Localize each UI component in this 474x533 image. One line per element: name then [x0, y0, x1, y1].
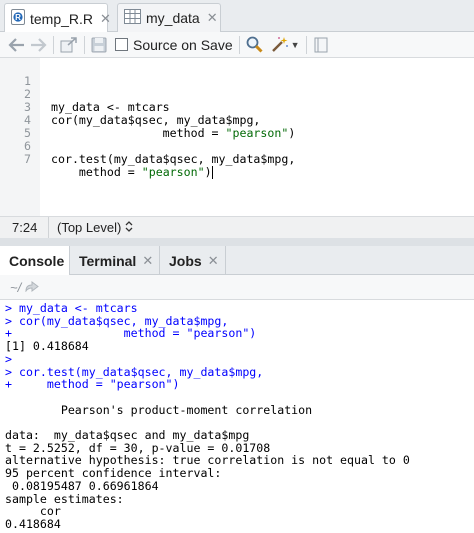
scope-label: (Top Level): [57, 220, 122, 235]
editor-line: 3 cor(my_data$qsec, my_data$mpg,: [0, 88, 474, 127]
go-to-directory-icon[interactable]: [25, 280, 40, 295]
toolbar-divider: [53, 35, 54, 54]
tab-terminal[interactable]: Terminal ✕: [70, 246, 160, 275]
toolbar-divider: [305, 35, 307, 54]
close-tab-icon[interactable]: ✕: [142, 253, 153, 269]
scope-selector[interactable]: (Top Level): [48, 216, 133, 239]
string-literal: "pearson": [141, 165, 205, 179]
text-cursor: [211, 166, 213, 179]
console-input-line: + method = "pearson"): [5, 377, 180, 392]
show-in-window-icon[interactable]: [60, 35, 78, 55]
console-output-line: 0.418684: [5, 516, 61, 531]
editor-line: 5: [0, 114, 474, 140]
up-down-chevron-icon: [125, 220, 133, 235]
cursor-position: 7:24: [12, 220, 38, 235]
pane-splitter[interactable]: [0, 238, 474, 246]
console-output[interactable]: > my_data <- mtcars > cor(my_data$qsec, …: [0, 301, 474, 533]
editor-line: 7 method = "pearson"): [0, 140, 474, 179]
tab-label: my_data: [146, 10, 200, 26]
code-segment: method =: [51, 165, 142, 179]
console-output-line: 0.08195487 0.66961864: [5, 478, 159, 493]
console-output-line: data: my_data$qsec and my_data$mpg: [5, 428, 250, 442]
back-arrow-icon[interactable]: [8, 35, 26, 55]
tab-my-data[interactable]: my_data ✕: [117, 3, 221, 32]
toolbar-divider: [238, 35, 240, 54]
tab-label: Console: [9, 253, 65, 269]
console-tab-bar: Console Terminal ✕ Jobs ✕: [0, 246, 474, 276]
working-directory-path: ~/: [10, 279, 22, 295]
table-icon: [124, 9, 141, 27]
source-on-save-label: Source on Save: [133, 36, 233, 53]
console-input-line: >: [5, 351, 12, 366]
console-output-line: Pearson's product-moment correlation: [5, 402, 313, 417]
tab-temp-r-script[interactable]: R temp_R.R ✕: [4, 3, 111, 33]
code-tools-wand-icon[interactable]: [271, 35, 289, 55]
search-icon[interactable]: [246, 35, 263, 55]
tab-jobs[interactable]: Jobs ✕: [160, 246, 226, 275]
console-output-line: 95 percent confidence interval:: [5, 466, 222, 481]
tab-console[interactable]: Console: [0, 246, 70, 276]
forward-arrow-icon[interactable]: [29, 35, 47, 55]
tab-label: Jobs: [169, 252, 202, 269]
console-output-line: [1] 0.418684: [5, 339, 89, 354]
line-number: 7: [24, 152, 31, 166]
source-on-save-toggle[interactable]: Source on Save: [115, 37, 233, 53]
console-output-line: cor: [5, 504, 61, 519]
editor-line: 6 cor.test(my_data$qsec, my_data$mpg,: [0, 127, 474, 166]
close-tab-icon[interactable]: ✕: [208, 253, 219, 269]
editor-status-bar: 7:24 (Top Level): [0, 216, 474, 239]
chevron-down-icon[interactable]: ▼: [291, 35, 300, 55]
close-tab-icon[interactable]: ✕: [207, 10, 218, 26]
console-input-line: > my_data <- mtcars: [5, 301, 138, 315]
code-segment: ): [204, 165, 212, 179]
editor-line: 4 method = "pearson"): [0, 101, 474, 140]
editor-line: 2 my_data <- mtcars: [0, 75, 474, 114]
save-icon[interactable]: [91, 35, 107, 55]
tab-label: temp_R.R: [30, 10, 94, 27]
console-working-directory: ~/: [0, 275, 474, 300]
compile-report-icon[interactable]: [313, 35, 329, 55]
code-text: method = "pearson"): [51, 166, 213, 179]
close-tab-icon[interactable]: ✕: [100, 11, 111, 27]
editor-tab-bar: R temp_R.R ✕ my_data ✕: [0, 0, 474, 33]
toolbar-divider: [84, 35, 85, 54]
r-script-icon: R: [11, 9, 25, 28]
editor-toolbar: Source on Save ▼: [0, 32, 474, 58]
tab-label: Terminal: [79, 252, 137, 269]
code-editor[interactable]: 1 2 my_data <- mtcars 3 cor(my_data$qsec…: [0, 58, 474, 216]
editor-line: 1: [0, 62, 474, 88]
source-on-save-checkbox[interactable]: [115, 38, 128, 51]
svg-text:R: R: [15, 13, 21, 22]
